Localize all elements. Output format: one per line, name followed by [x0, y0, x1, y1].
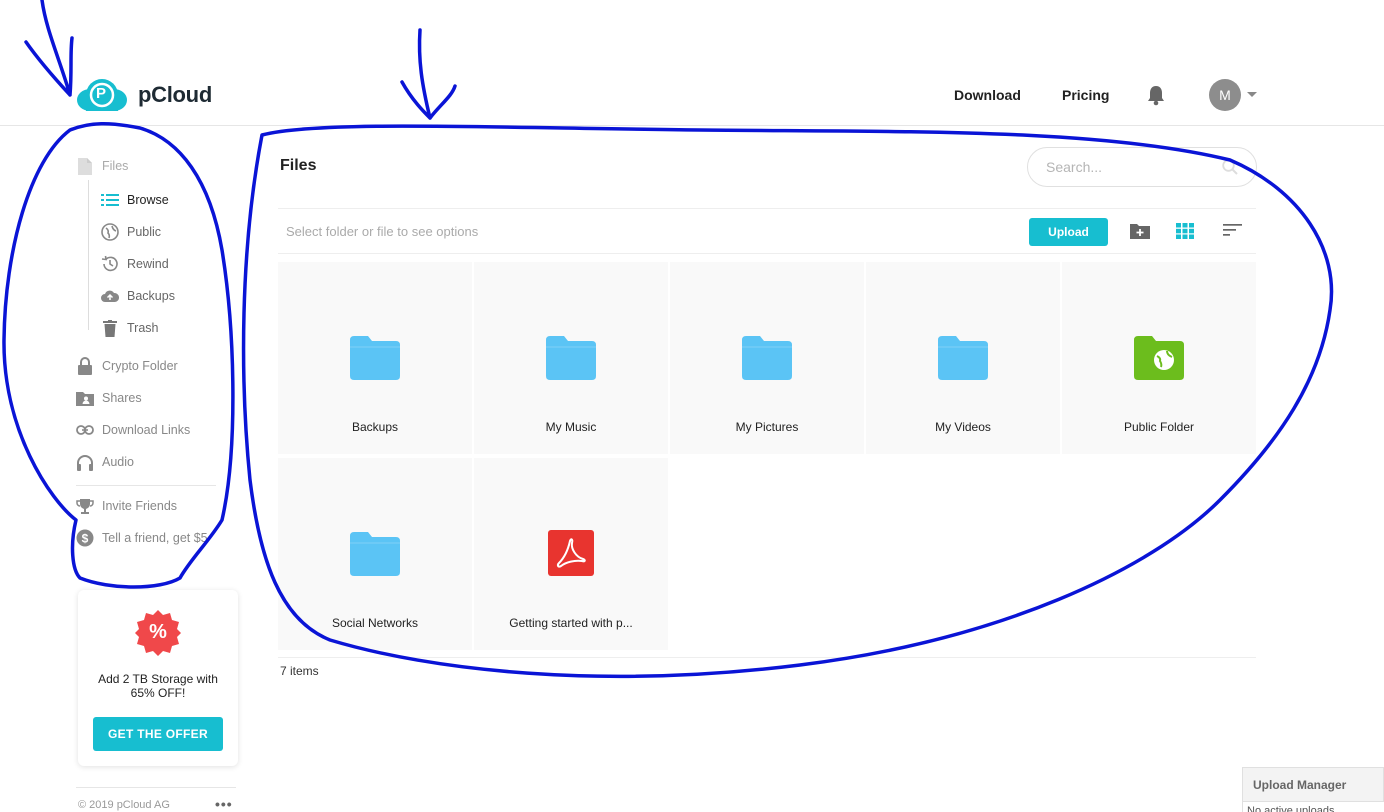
file-name: My Music: [545, 420, 597, 434]
sidebar-item-download-links[interactable]: Download Links: [76, 421, 190, 439]
file-tile[interactable]: My Pictures: [670, 262, 864, 454]
bell-icon[interactable]: [1146, 84, 1166, 106]
sidebar-item-trash[interactable]: Trash: [101, 319, 159, 337]
sidebar-item-public[interactable]: Public: [101, 223, 161, 241]
sidebar-item-label: Tell a friend, get $5: [102, 531, 208, 545]
search-icon[interactable]: [1222, 159, 1238, 175]
sidebar-item-label: Backups: [127, 289, 175, 303]
file-name: Backups: [351, 420, 399, 434]
file-tile[interactable]: Public Folder: [1062, 262, 1256, 454]
link-icon: [76, 421, 94, 439]
sidebar-item-label: Public: [127, 225, 162, 239]
sidebar-item-audio[interactable]: Audio: [76, 453, 134, 471]
footer-divider: [76, 787, 236, 788]
sidebar-item-backups[interactable]: Backups: [101, 287, 175, 305]
sidebar-item-rewind[interactable]: Rewind: [101, 255, 169, 273]
history-icon: [101, 255, 119, 273]
file-name: My Videos: [935, 420, 991, 434]
sidebar-item-crypto-folder[interactable]: Crypto Folder: [76, 357, 178, 375]
upload-manager-panel[interactable]: Upload Manager No active uploads: [1242, 767, 1384, 812]
pcloud-logo[interactable]: P pCloud: [76, 78, 212, 112]
discount-symbol: %: [149, 621, 167, 643]
sidebar-divider: [76, 485, 216, 486]
sidebar-item-label: Audio: [102, 455, 134, 469]
file-tile[interactable]: Getting started with p...: [474, 458, 668, 650]
get-offer-button[interactable]: GET THE OFFER: [93, 717, 223, 751]
new-folder-icon[interactable]: [1130, 223, 1150, 241]
file-name: Getting started with p...: [509, 616, 633, 630]
upload-manager-title[interactable]: Upload Manager: [1253, 778, 1346, 792]
sort-icon[interactable]: [1223, 223, 1243, 241]
folder-icon: [546, 336, 596, 380]
nav-pricing-link[interactable]: Pricing: [1062, 87, 1109, 103]
upload-button[interactable]: Upload: [1029, 218, 1108, 246]
dollar-icon: $: [76, 529, 94, 547]
sidebar-item-invite-friends[interactable]: Invite Friends: [76, 497, 177, 515]
grid-view-icon[interactable]: [1176, 223, 1196, 241]
page-title: Files: [280, 157, 317, 174]
files-toolbar: Select folder or file to see options Upl…: [278, 208, 1256, 254]
file-name: My Pictures: [735, 420, 799, 434]
sidebar-item-label: Crypto Folder: [102, 359, 178, 373]
sidebar-item-label: Trash: [127, 321, 159, 335]
trophy-icon: [76, 497, 94, 515]
file-icon: [76, 157, 94, 175]
folder-icon: [938, 336, 988, 380]
user-avatar[interactable]: M: [1209, 79, 1241, 111]
items-count: 7 items: [280, 664, 319, 678]
promo-text: Add 2 TB Storage with 65% OFF!: [98, 672, 218, 700]
tree-line: [88, 180, 89, 330]
copyright-text: © 2019 pCloud AG: [78, 799, 170, 811]
pcloud-cloud-icon: P: [76, 78, 128, 112]
trash-icon: [101, 319, 119, 337]
items-divider: [278, 657, 1256, 658]
sidebar-item-tell-a-friend[interactable]: $ Tell a friend, get $5: [76, 529, 208, 547]
public-folder-icon: [1134, 336, 1184, 380]
file-tile[interactable]: My Music: [474, 262, 668, 454]
upload-status: No active uploads: [1247, 805, 1335, 812]
sidebar-item-label: Browse: [127, 193, 169, 207]
lock-icon: [76, 357, 94, 375]
globe-icon: [101, 223, 119, 241]
svg-text:$: $: [82, 532, 89, 546]
file-tile[interactable]: My Videos: [866, 262, 1060, 454]
folder-icon: [350, 532, 400, 576]
search-box[interactable]: [1027, 147, 1257, 187]
sidebar-item-label: Download Links: [102, 423, 191, 437]
search-input[interactable]: [1046, 159, 1216, 175]
shared-folder-icon: [76, 389, 94, 407]
upload-manager-body: No active uploads: [1243, 801, 1384, 812]
file-tile[interactable]: Backups: [278, 262, 472, 454]
file-name: Public Folder: [1123, 420, 1195, 434]
logo-letter: P: [96, 85, 107, 102]
headphones-icon: [76, 453, 94, 471]
sidebar-item-label: Shares: [102, 391, 142, 405]
pdf-file-icon: [548, 530, 598, 576]
sidebar-item-shares[interactable]: Shares: [76, 389, 142, 407]
promo-card: % Add 2 TB Storage with 65% OFF! GET THE…: [78, 590, 238, 766]
sidebar-item-label: Files: [102, 159, 129, 173]
sidebar-item-label: Invite Friends: [102, 499, 178, 513]
folder-icon: [350, 336, 400, 380]
file-tile[interactable]: Social Networks: [278, 458, 472, 650]
folder-icon: [742, 336, 792, 380]
more-options-icon[interactable]: •••: [215, 796, 233, 812]
list-icon: [101, 191, 119, 209]
file-name: Social Networks: [331, 616, 419, 630]
cloud-upload-icon: [101, 287, 119, 305]
avatar-initial: M: [1219, 87, 1231, 103]
selection-hint: Select folder or file to see options: [286, 224, 479, 239]
discount-badge-icon: %: [135, 610, 181, 656]
sidebar-item-browse[interactable]: Browse: [101, 191, 169, 209]
brand-name: pCloud: [138, 82, 212, 107]
chevron-down-icon[interactable]: [1247, 92, 1257, 97]
sidebar-item-label: Rewind: [127, 257, 169, 271]
top-header: P pCloud Download Pricing M: [0, 60, 1384, 126]
nav-download-link[interactable]: Download: [954, 87, 1021, 103]
sidebar-item-files[interactable]: Files: [76, 157, 128, 175]
